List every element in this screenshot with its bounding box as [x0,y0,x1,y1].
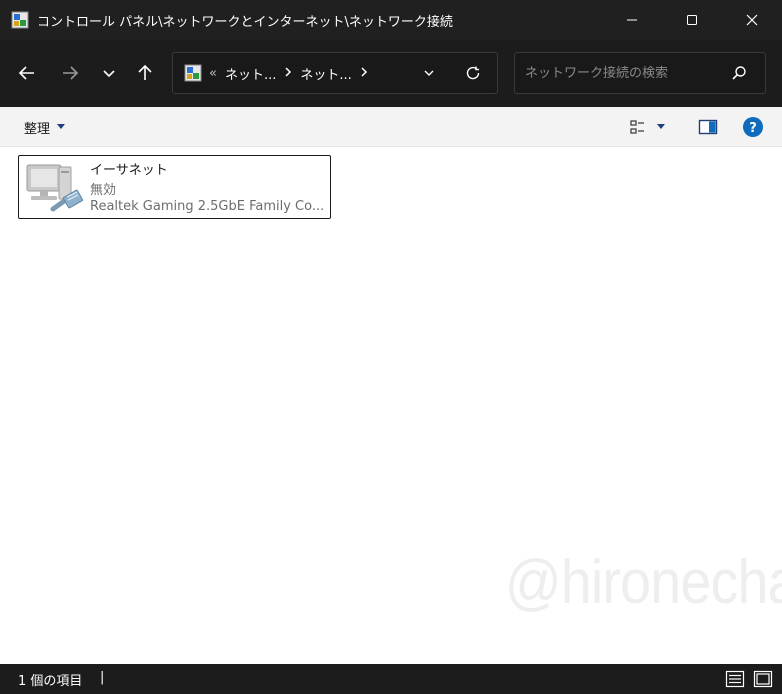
control-panel-icon [184,64,202,82]
arrow-left-icon [18,66,34,80]
back-button[interactable] [13,59,41,87]
view-options-icon [630,120,644,134]
chevron-right-icon[interactable] [360,66,368,81]
details-view-icon [725,670,745,688]
chevron-down-icon [103,70,115,78]
command-bar: 整理 ? [0,107,782,147]
window-title: コントロール パネル\ネットワークとインターネット\ネットワーク接続 [37,14,453,30]
breadcrumb-item-network-connections[interactable]: ネット... [300,64,351,83]
caret-down-icon [657,124,665,129]
maximize-button[interactable] [662,0,722,40]
search-icon[interactable] [731,65,749,83]
large-icons-view-button[interactable] [753,669,773,689]
arrow-right-icon [63,66,79,80]
watermark: @hironechan [505,548,782,617]
preview-pane-button[interactable] [698,117,718,137]
status-bar: 1 個の項目 | [0,664,782,694]
organize-button[interactable]: 整理 [24,117,66,137]
address-dropdown-button[interactable] [419,63,439,83]
breadcrumb-item-network-internet[interactable]: ネット... [225,64,276,83]
navigation-bar: « ネット... ネット... [0,40,782,107]
chevron-right-icon[interactable] [284,66,292,81]
chevron-down-icon [424,70,434,76]
up-button[interactable] [131,59,159,87]
file-list-area[interactable]: イーサネット 無効 Realtek Gaming 2.5GbE Family C… [0,147,782,664]
caret-down-icon [57,124,66,129]
network-connections-icon [11,11,29,29]
minimize-icon [627,19,637,21]
preview-pane-icon [698,119,718,135]
help-button[interactable]: ? [742,116,764,138]
status-separator: | [100,670,105,685]
forward-button[interactable] [56,59,84,87]
network-adapter-item[interactable]: イーサネット 無効 Realtek Gaming 2.5GbE Family C… [18,155,331,219]
breadcrumb: « ネット... ネット... [209,53,368,93]
large-icons-view-icon [753,670,773,688]
item-count: 1 個の項目 [18,674,83,689]
address-bar[interactable]: « ネット... ネット... [172,52,498,94]
arrow-up-icon [138,64,152,80]
details-view-button[interactable] [725,669,745,689]
close-button[interactable] [722,0,782,40]
breadcrumb-overflow[interactable]: « [209,66,217,81]
minimize-button[interactable] [602,0,662,40]
help-icon: ? [743,117,763,137]
adapter-name: イーサネット [90,163,168,178]
refresh-button[interactable] [463,63,483,83]
maximize-icon [687,15,697,25]
search-box[interactable] [514,52,766,94]
adapter-status: 無効 [90,183,117,198]
recent-locations-button[interactable] [95,59,123,87]
refresh-icon [466,66,480,80]
title-bar: コントロール パネル\ネットワークとインターネット\ネットワーク接続 [0,0,782,40]
close-icon [746,14,758,26]
organize-label: 整理 [24,121,51,137]
change-view-button[interactable] [630,117,674,137]
adapter-device-name: Realtek Gaming 2.5GbE Family Co... [90,199,325,214]
svg-text:?: ? [749,121,757,136]
search-input[interactable] [525,63,725,83]
ethernet-adapter-icon [23,159,84,217]
